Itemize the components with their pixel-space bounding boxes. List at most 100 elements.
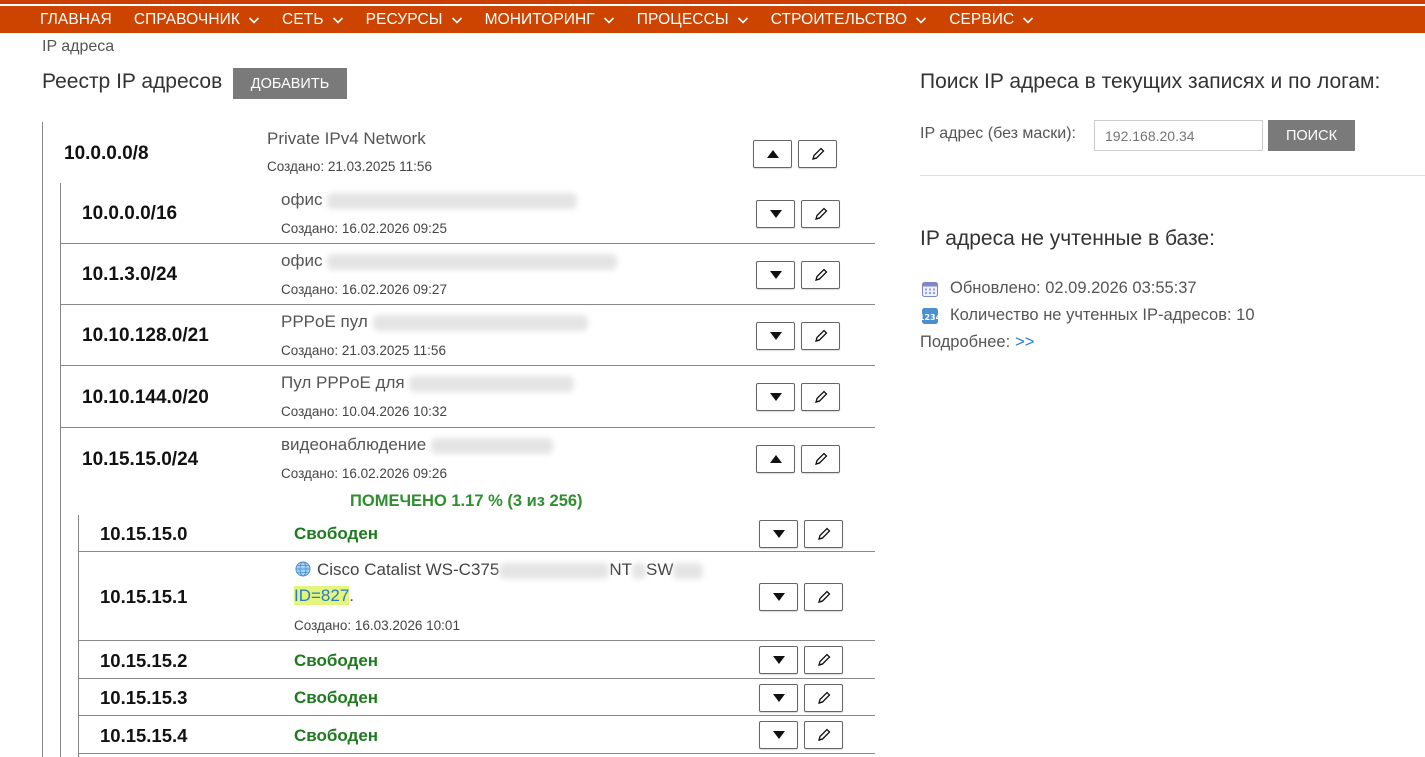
updated-line: Обновлено: 02.09.2026 03:55:37 bbox=[920, 279, 1197, 298]
redacted-text bbox=[673, 562, 704, 579]
row-divider bbox=[60, 365, 875, 366]
nav-item-reference[interactable]: СПРАВОЧНИК bbox=[134, 11, 260, 29]
edit-button[interactable] bbox=[801, 261, 840, 289]
redacted-text bbox=[327, 192, 578, 209]
device-id-link[interactable]: ID=827 bbox=[294, 586, 350, 605]
edit-button[interactable] bbox=[801, 200, 840, 228]
host-ip[interactable]: 10.15.15.4 bbox=[100, 725, 187, 747]
count-text: Количество не учтенных IP-адресов: 10 bbox=[950, 306, 1255, 324]
triangle-down-icon bbox=[772, 593, 785, 601]
row-divider bbox=[60, 304, 875, 305]
nav-item-processes[interactable]: ПРОЦЕССЫ bbox=[637, 11, 749, 29]
tree-line-root bbox=[42, 122, 43, 757]
triangle-down-icon bbox=[772, 656, 785, 664]
network-address[interactable]: 10.10.144.0/20 bbox=[82, 387, 209, 409]
redacted-text bbox=[409, 375, 575, 392]
nav-item-network[interactable]: СЕТЬ bbox=[282, 11, 344, 29]
network-description: офис bbox=[281, 251, 618, 271]
edit-button[interactable] bbox=[801, 383, 840, 411]
edit-button[interactable] bbox=[804, 646, 843, 674]
host-status: Свободен bbox=[294, 651, 379, 670]
unaccounted-title: IP адреса не учтенные в базе: bbox=[920, 227, 1215, 250]
add-button[interactable]: ДОБАВИТЬ bbox=[233, 68, 347, 99]
host-status: Свободен bbox=[294, 726, 379, 745]
expand-button[interactable] bbox=[759, 520, 798, 548]
svg-text:1234: 1234 bbox=[921, 313, 939, 322]
host-ip[interactable]: 10.15.15.0 bbox=[100, 523, 187, 545]
desc-text: офис bbox=[281, 190, 323, 209]
expand-button[interactable] bbox=[756, 322, 795, 350]
triangle-down-icon bbox=[769, 393, 782, 401]
row-divider bbox=[78, 753, 875, 754]
desc-text: PPPoE пул bbox=[281, 312, 368, 331]
edit-button[interactable] bbox=[801, 445, 840, 473]
expand-button[interactable] bbox=[756, 383, 795, 411]
edit-button[interactable] bbox=[804, 721, 843, 749]
nav-item-label: СЕРВИС bbox=[949, 10, 1015, 28]
host-ip[interactable]: 10.15.15.1 bbox=[100, 586, 187, 608]
edit-button[interactable] bbox=[804, 583, 843, 611]
nav-item-label: СПРАВОЧНИК bbox=[133, 10, 241, 28]
nav-item-monitoring[interactable]: МОНИТОРИНГ bbox=[485, 11, 615, 29]
created-date: Создано: 16.03.2026 10:01 bbox=[294, 618, 460, 633]
network-address[interactable]: 10.1.3.0/24 bbox=[82, 264, 177, 286]
expand-button[interactable] bbox=[759, 646, 798, 674]
pencil-icon bbox=[817, 653, 830, 666]
nav-item-construction[interactable]: СТРОИТЕЛЬСТВО bbox=[771, 11, 927, 29]
chevron-down-icon bbox=[248, 14, 260, 26]
edit-button[interactable] bbox=[804, 520, 843, 548]
network-address[interactable]: 10.0.0.0/16 bbox=[82, 203, 177, 225]
chevron-down-icon bbox=[737, 14, 749, 26]
nav-item-label: РЕСУРСЫ bbox=[365, 10, 443, 28]
expand-button[interactable] bbox=[756, 261, 795, 289]
main-navbar: ГЛАВНАЯ СПРАВОЧНИК СЕТЬ РЕСУРСЫ МОНИТОРИ… bbox=[0, 6, 1425, 33]
device-name: Cisco Catalist WS-C375 bbox=[317, 560, 500, 579]
search-button[interactable]: ПОИСК bbox=[1268, 120, 1355, 151]
desc-text: видеонаблюдение bbox=[281, 435, 427, 454]
desc-text: Пул PPPoE для bbox=[281, 373, 405, 392]
pencil-icon bbox=[817, 590, 830, 603]
host-ip[interactable]: 10.15.15.3 bbox=[100, 687, 187, 709]
network-address[interactable]: 10.10.128.0/21 bbox=[82, 325, 209, 347]
device-name-tail: NT bbox=[609, 560, 632, 579]
nav-item-label: МОНИТОРИНГ bbox=[484, 10, 595, 28]
nav-item-home[interactable]: ГЛАВНАЯ bbox=[40, 11, 112, 29]
registry-title: Реестр IP адресов bbox=[42, 70, 223, 93]
ip-field-label: IP адрес (без маски): bbox=[920, 125, 1076, 142]
count-line: 1234 Количество не учтенных IP-адресов: … bbox=[920, 306, 1255, 325]
collapse-button[interactable] bbox=[756, 445, 795, 473]
pencil-icon bbox=[814, 207, 827, 220]
edit-button[interactable] bbox=[798, 140, 837, 168]
expand-button[interactable] bbox=[759, 684, 798, 712]
network-address[interactable]: 10.0.0.0/8 bbox=[64, 143, 149, 165]
pencil-icon bbox=[814, 390, 827, 403]
nav-item-resources[interactable]: РЕСУРСЫ bbox=[366, 11, 463, 29]
triangle-down-icon bbox=[769, 332, 782, 340]
network-address[interactable]: 10.15.15.0/24 bbox=[82, 449, 198, 471]
pencil-icon bbox=[814, 329, 827, 342]
nav-item-service[interactable]: СЕРВИС bbox=[949, 11, 1034, 29]
redacted-text bbox=[372, 314, 588, 331]
expand-button[interactable] bbox=[759, 721, 798, 749]
nav-item-label: СЕТЬ bbox=[282, 10, 324, 28]
created-date: Создано: 10.04.2026 10:32 bbox=[281, 404, 447, 419]
expand-button[interactable] bbox=[759, 583, 798, 611]
row-divider bbox=[60, 427, 875, 428]
host-ip[interactable]: 10.15.15.2 bbox=[100, 650, 187, 672]
divider bbox=[920, 175, 1425, 176]
edit-button[interactable] bbox=[801, 322, 840, 350]
more-label: Подробнее: bbox=[920, 333, 1011, 351]
network-description: Пул PPPoE для bbox=[281, 373, 575, 393]
desc-text: офис bbox=[281, 251, 323, 270]
more-link[interactable]: >> bbox=[1015, 333, 1034, 352]
expand-button[interactable] bbox=[756, 200, 795, 228]
edit-button[interactable] bbox=[804, 684, 843, 712]
collapse-button[interactable] bbox=[753, 140, 792, 168]
search-title: Поиск IP адреса в текущих записях и по л… bbox=[920, 70, 1381, 93]
triangle-down-icon bbox=[769, 271, 782, 279]
ip-search-input[interactable] bbox=[1094, 120, 1263, 151]
row-divider bbox=[78, 551, 875, 552]
usage-summary: ПОМЕЧЕНО 1.17 % (3 из 256) bbox=[350, 492, 583, 510]
created-date: Создано: 21.03.2025 11:56 bbox=[267, 159, 432, 174]
redacted-text bbox=[632, 562, 646, 579]
